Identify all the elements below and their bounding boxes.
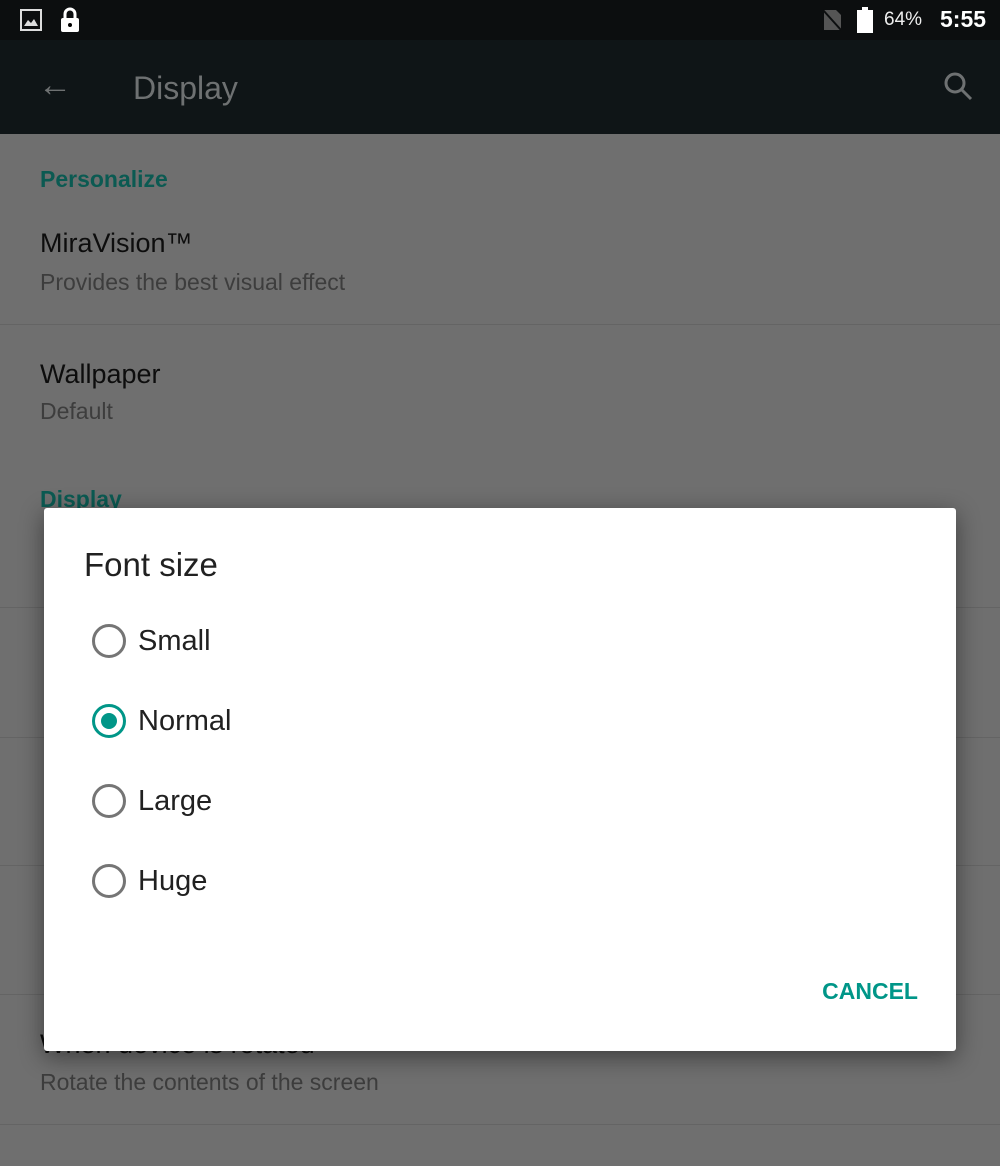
- radio-button[interactable]: [92, 624, 126, 658]
- option-normal[interactable]: Normal: [92, 696, 231, 746]
- search-icon[interactable]: [942, 70, 974, 102]
- item-summary: Provides the best visual effect: [40, 269, 346, 295]
- option-label: Huge: [138, 864, 208, 897]
- settings-item-wallpaper[interactable]: Wallpaper Default: [0, 325, 1000, 465]
- item-summary: Rotate the contents of the screen: [40, 1069, 379, 1095]
- font-size-dialog: Font size Small Normal Large Huge CANCEL: [44, 508, 956, 1051]
- cancel-button[interactable]: CANCEL: [822, 978, 918, 1005]
- battery-icon: [857, 7, 873, 33]
- settings-item-miravision[interactable]: MiraVision™ Provides the best visual eff…: [0, 194, 1000, 325]
- item-summary: Default: [40, 398, 113, 424]
- back-arrow-icon[interactable]: ←: [38, 66, 72, 105]
- lock-icon: [61, 7, 79, 32]
- app-bar: ← Display: [0, 40, 1000, 134]
- no-sim-icon: [822, 9, 842, 31]
- option-small[interactable]: Small: [92, 616, 211, 666]
- status-bar: 64% 5:55: [0, 0, 1000, 40]
- clock: 5:55: [940, 6, 987, 32]
- section-header-personalize: Personalize: [40, 166, 168, 192]
- radio-button-selected[interactable]: [92, 704, 126, 738]
- radio-button[interactable]: [92, 784, 126, 818]
- option-large[interactable]: Large: [92, 776, 212, 826]
- item-title: MiraVision™: [40, 228, 193, 258]
- option-label: Large: [138, 784, 213, 817]
- item-title: Wallpaper: [40, 359, 161, 389]
- option-label: Small: [138, 624, 211, 657]
- page-title: Display: [133, 70, 238, 106]
- battery-percent: 64%: [884, 9, 923, 30]
- dialog-title: Font size: [84, 546, 218, 583]
- option-huge[interactable]: Huge: [92, 856, 207, 906]
- radio-button[interactable]: [92, 864, 126, 898]
- image-icon: [20, 9, 42, 31]
- option-label: Normal: [138, 704, 232, 737]
